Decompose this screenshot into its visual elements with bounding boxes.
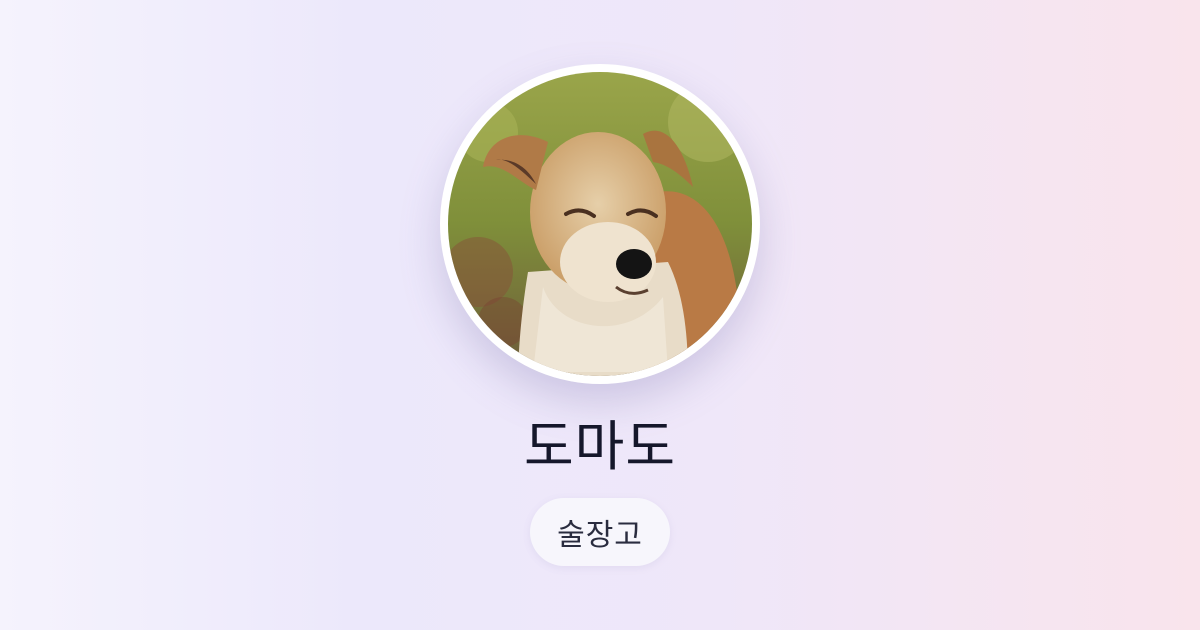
tag-label: 술장고 — [557, 518, 643, 553]
profile-name: 도마도 — [523, 415, 677, 478]
avatar[interactable] — [448, 72, 752, 376]
dog-photo-avatar-icon — [448, 72, 752, 376]
profile-card: 도마도 술장고 — [0, 0, 1200, 630]
avatar-ring — [440, 64, 760, 384]
tag-pill[interactable]: 술장고 — [530, 498, 670, 566]
